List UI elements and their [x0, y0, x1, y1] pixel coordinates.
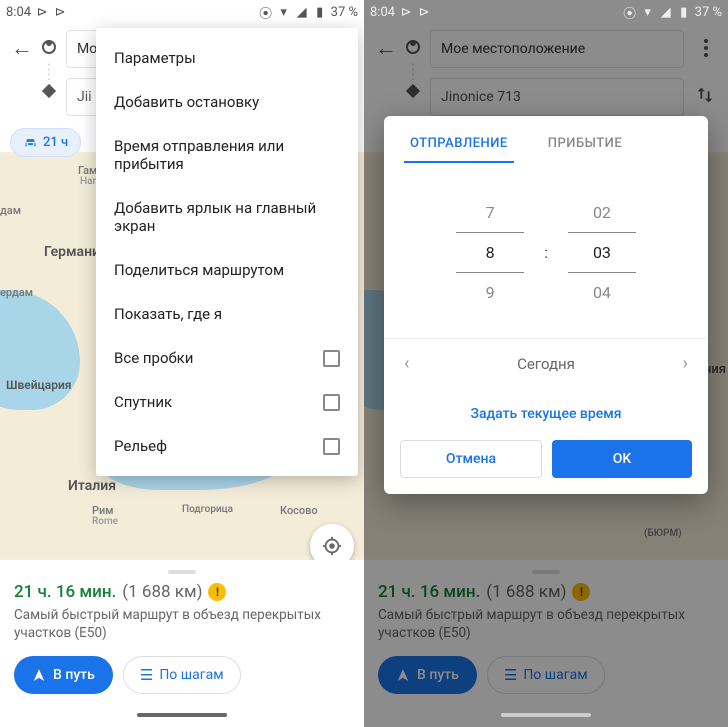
checkbox[interactable]: [323, 438, 340, 455]
menu-add-shortcut[interactable]: Добавить ярлык на главный экран: [96, 186, 358, 248]
signal-icon: ◢: [659, 5, 673, 19]
navigate-icon: [32, 668, 46, 682]
route-summary: 21 ч. 16 мин. (1 688 км) !: [378, 582, 714, 602]
route-summary: 21 ч. 16 мин. (1 688 км) !: [14, 582, 350, 602]
status-time: 8:04: [6, 5, 31, 20]
steps-button[interactable]: ☰ По шагам: [123, 656, 241, 694]
crosshair-icon: [321, 535, 343, 557]
screen-left: Гамбург Hamburg дам ердам Германия Швейц…: [0, 0, 364, 727]
status-icon: ⊳: [53, 5, 67, 19]
route-duration: 21 ч. 16 мин.: [378, 582, 480, 602]
origin-input[interactable]: Мое местоположение: [430, 30, 684, 68]
hour-column[interactable]: 7 8 9: [456, 193, 524, 312]
back-button[interactable]: ←: [372, 34, 400, 62]
map-label: Rome: [92, 516, 118, 527]
route-sheet[interactable]: 21 ч. 16 мин. (1 688 км) ! Самый быстрый…: [364, 560, 728, 727]
menu-show-me[interactable]: Показать, где я: [96, 292, 358, 336]
wifi-icon: ▾: [641, 5, 655, 19]
hour-prev[interactable]: 7: [456, 193, 524, 232]
map-label: (БЮРМ): [644, 528, 682, 539]
status-icon: ⊳: [417, 5, 431, 19]
map-label: Швейцария: [6, 378, 72, 392]
home-pill[interactable]: [501, 713, 591, 717]
route-distance: (1 688 км): [486, 582, 566, 602]
checkbox[interactable]: [323, 350, 340, 367]
home-pill[interactable]: [137, 713, 227, 717]
battery-icon: ▮: [313, 5, 327, 19]
hour-selected[interactable]: 8: [456, 232, 524, 273]
route-subtitle: Самый быстрый маршрут в объезд перекрыты…: [14, 606, 350, 642]
tab-departure[interactable]: ОТПРАВЛЕНИЕ: [404, 126, 514, 163]
mode-chip-driving[interactable]: 21 ч: [10, 128, 81, 157]
date-bar: ‹ Сегодня ›: [384, 338, 708, 388]
sheet-handle[interactable]: [168, 570, 196, 574]
menu-satellite[interactable]: Спутник: [96, 380, 358, 424]
map-label: дам: [0, 204, 21, 217]
map-label: Подгорица: [182, 504, 233, 515]
date-next-button[interactable]: ›: [683, 353, 688, 374]
map-label: Италия: [68, 478, 116, 494]
list-icon: ☰: [140, 666, 153, 684]
status-time: 8:04: [370, 5, 395, 20]
route-sheet[interactable]: 21 ч. 16 мин. (1 688 км) ! Самый быстрый…: [0, 560, 364, 727]
minute-prev[interactable]: 02: [568, 193, 636, 232]
date-label: Сегодня: [517, 355, 575, 373]
wifi-icon: ▾: [277, 5, 291, 19]
overflow-menu: Параметры Добавить остановку Время отпра…: [96, 28, 358, 476]
set-current-time-button[interactable]: Задать текущее время: [384, 388, 708, 430]
hour-next[interactable]: 9: [456, 273, 524, 312]
time-dialog: ОТПРАВЛЕНИЕ ПРИБЫТИЕ 7 8 9 : 02 03 04 ‹ …: [384, 116, 708, 494]
sheet-handle[interactable]: [532, 570, 560, 574]
cancel-button[interactable]: Отмена: [400, 440, 542, 478]
checkbox[interactable]: [323, 394, 340, 411]
status-bar: 8:04 ⊳ ⊳ ⦿ ▾ ◢ ▮ 37 %: [0, 0, 364, 24]
status-bar: 8:04 ⊳ ⊳ ⦿ ▾ ◢ ▮ 37 %: [364, 0, 728, 24]
battery-text: 37 %: [331, 5, 358, 20]
time-picker[interactable]: 7 8 9 : 02 03 04: [384, 163, 708, 338]
route-subtitle: Самый быстрый маршрут в объезд перекрыты…: [378, 606, 714, 642]
back-button[interactable]: ←: [8, 34, 36, 62]
start-navigation-button[interactable]: В путь: [378, 656, 477, 694]
menu-share-route[interactable]: Поделиться маршрутом: [96, 248, 358, 292]
navigate-icon: [396, 668, 410, 682]
date-prev-button[interactable]: ‹: [404, 353, 409, 374]
menu-terrain[interactable]: Рельеф: [96, 424, 358, 468]
ok-button[interactable]: OK: [552, 440, 692, 478]
signal-icon: ◢: [295, 5, 309, 19]
location-icon: ⦿: [623, 5, 637, 19]
map-label: ердам: [0, 286, 33, 299]
tab-arrival[interactable]: ПРИБЫТИЕ: [542, 126, 628, 163]
location-icon: ⦿: [259, 5, 273, 19]
nav-bar: [364, 705, 728, 725]
minute-selected[interactable]: 03: [568, 232, 636, 273]
status-icon: ⊳: [399, 5, 413, 19]
list-icon: ☰: [504, 666, 517, 684]
route-distance: (1 688 км): [122, 582, 202, 602]
route-duration: 21 ч. 16 мин.: [14, 582, 116, 602]
map-label: Косово: [280, 504, 318, 517]
screen-right: Румыния (БЮРМ) 8:04 ⊳ ⊳ ⦿ ▾ ◢ ▮ 37 % ← М…: [364, 0, 728, 727]
minute-next[interactable]: 04: [568, 273, 636, 312]
menu-add-stop[interactable]: Добавить остановку: [96, 80, 358, 124]
minute-column[interactable]: 02 03 04: [568, 193, 636, 312]
nav-bar: [0, 705, 364, 725]
overflow-menu-button[interactable]: [694, 36, 718, 60]
dialog-tabs: ОТПРАВЛЕНИЕ ПРИБЫТИЕ: [384, 116, 708, 163]
menu-options[interactable]: Параметры: [96, 36, 358, 80]
start-navigation-button[interactable]: В путь: [14, 656, 113, 694]
battery-text: 37 %: [695, 5, 722, 20]
menu-depart-arrive[interactable]: Время отправления или прибытия: [96, 124, 358, 186]
status-icon: ⊳: [35, 5, 49, 19]
warning-icon: !: [208, 583, 226, 601]
warning-icon: !: [572, 583, 590, 601]
swap-icon[interactable]: [694, 84, 716, 106]
menu-traffic[interactable]: Все пробки: [96, 336, 358, 380]
steps-button[interactable]: ☰ По шагам: [487, 656, 605, 694]
battery-icon: ▮: [677, 5, 691, 19]
car-icon: [23, 135, 38, 150]
destination-input[interactable]: Jinonice 713: [430, 78, 684, 116]
time-colon: :: [544, 243, 548, 262]
